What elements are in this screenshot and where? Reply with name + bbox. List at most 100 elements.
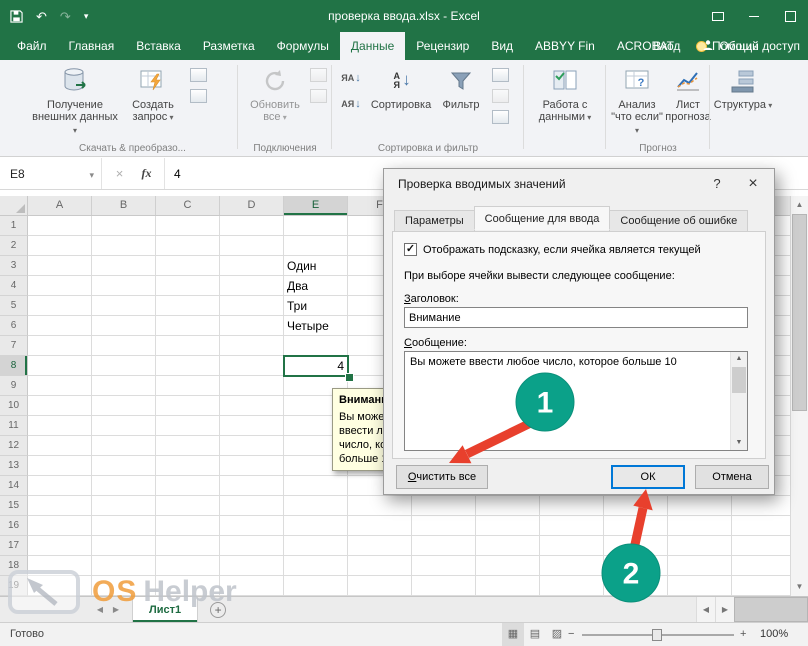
row-header[interactable]: 13 (0, 456, 28, 476)
ribbon-tab[interactable]: Вид (480, 32, 524, 60)
save-icon[interactable] (10, 10, 23, 23)
hscroll-left-icon[interactable] (696, 597, 715, 622)
sort-button[interactable]: АЯ Сортировка (370, 63, 432, 141)
data-tools-button[interactable]: Работа с данными (528, 63, 602, 141)
insert-function-icon[interactable]: fx (133, 166, 160, 181)
ribbon-tab[interactable]: Главная (58, 32, 126, 60)
customize-quick-access-icon[interactable] (84, 12, 89, 21)
reapply-filter-icon[interactable] (492, 89, 509, 103)
hscroll-right-icon[interactable] (715, 597, 734, 622)
page-layout-view-icon[interactable] (524, 623, 546, 646)
ribbon-tab[interactable]: Формулы (266, 32, 340, 60)
dialog-close-button[interactable]: × (734, 169, 772, 199)
dialog-tab[interactable]: Сообщение для ввода (474, 206, 611, 230)
row-header[interactable]: 8 (0, 356, 28, 376)
from-table-icon[interactable] (190, 68, 207, 82)
excel-window: проверка ввода.xlsx - Excel Файл Главная… (0, 0, 808, 646)
vscroll-thumb[interactable] (792, 214, 807, 411)
sort-za-button[interactable]: ЯА (336, 67, 366, 89)
sort-icon: АЯ (391, 65, 411, 97)
hscroll-thumb[interactable] (734, 597, 808, 622)
show-tooltip-checkbox-row: ✓ Отображать подсказку, если ячейка явля… (404, 243, 701, 256)
sort-az-button[interactable]: АЯ (336, 93, 366, 115)
column-header[interactable]: B (92, 196, 156, 215)
name-box[interactable]: E8 (0, 158, 102, 189)
minimize-icon[interactable] (736, 0, 772, 32)
message-field[interactable]: Вы можете ввести любое число, которое бо… (404, 351, 748, 451)
name-box-dropdown-icon[interactable] (89, 167, 101, 181)
row-header[interactable]: 17 (0, 536, 28, 556)
get-external-data-button[interactable]: Получение внешних данных (32, 63, 118, 141)
vertical-scrollbar[interactable] (790, 196, 808, 596)
recent-sources-icon[interactable] (190, 89, 207, 103)
column-header[interactable]: D (220, 196, 284, 215)
row-header[interactable]: 4 (0, 276, 28, 296)
row-header[interactable]: 12 (0, 436, 28, 456)
row-header[interactable]: 15 (0, 496, 28, 516)
share-button[interactable]: Общий доступ (702, 39, 800, 54)
zoom-level[interactable]: 100% (760, 623, 788, 646)
normal-view-icon[interactable] (502, 623, 524, 646)
column-header[interactable]: A (28, 196, 92, 215)
row-header[interactable]: 10 (0, 396, 28, 416)
row-header[interactable]: 3 (0, 256, 28, 276)
row-header[interactable]: 14 (0, 476, 28, 496)
zoom-thumb[interactable] (652, 629, 662, 641)
forecast-sheet-button[interactable]: Лист прогноза (668, 63, 708, 141)
row-header[interactable]: 6 (0, 316, 28, 336)
ribbon-tab[interactable]: ABBYY Fin (524, 32, 606, 60)
column-header[interactable]: C (156, 196, 220, 215)
page-break-view-icon[interactable] (546, 623, 568, 646)
vscroll-down-icon[interactable] (791, 578, 808, 596)
scroll-up-icon[interactable] (731, 352, 747, 366)
row-header[interactable]: 5 (0, 296, 28, 316)
connection-properties-icon[interactable] (310, 68, 327, 82)
refresh-all-button[interactable]: Обновить все (242, 63, 308, 141)
horizontal-scrollbar[interactable] (696, 597, 808, 622)
ribbon-display-options-icon[interactable] (700, 0, 736, 32)
what-if-analysis-button[interactable]: ? Анализ "что если" (608, 63, 666, 141)
row-header[interactable]: 2 (0, 236, 28, 256)
row-header[interactable]: 7 (0, 336, 28, 356)
ribbon-tab[interactable]: Разметка (192, 32, 266, 60)
show-tooltip-checkbox[interactable]: ✓ (404, 243, 417, 256)
new-query-button[interactable]: Создать запрос (122, 63, 184, 141)
show-tooltip-checkbox-label: Отображать подсказку, если ячейка являет… (423, 244, 701, 256)
advanced-filter-icon[interactable] (492, 110, 509, 124)
sign-in-link[interactable]: Вход (653, 39, 680, 53)
cancel-button[interactable]: Отмена (695, 465, 769, 489)
scroll-down-icon[interactable] (731, 436, 747, 450)
clear-all-button[interactable]: Очистить все (396, 465, 488, 489)
row-header[interactable]: 1 (0, 216, 28, 236)
ribbon-tab[interactable]: Данные (340, 32, 405, 60)
dialog-tab[interactable]: Сообщение об ошибке (609, 210, 748, 232)
dialog-help-button[interactable]: ? (702, 169, 732, 199)
message-scroll-thumb[interactable] (732, 367, 746, 393)
zoom-in-button[interactable]: + (740, 623, 746, 646)
row-header[interactable]: 9 (0, 376, 28, 396)
title-field[interactable] (404, 307, 748, 328)
ribbon-tab[interactable]: Файл (6, 32, 58, 60)
message-scrollbar[interactable] (730, 352, 747, 450)
row-header[interactable]: 11 (0, 416, 28, 436)
ribbon-tab[interactable]: Рецензир (405, 32, 480, 60)
maximize-icon[interactable] (772, 0, 808, 32)
query-source-buttons (190, 68, 207, 103)
edit-links-icon[interactable] (310, 89, 327, 103)
cancel-entry-icon[interactable]: × (106, 166, 133, 181)
column-header[interactable]: E (284, 196, 348, 215)
redo-icon[interactable] (60, 10, 71, 23)
vscroll-up-icon[interactable] (791, 196, 808, 214)
ribbon-tab[interactable]: Вставка (125, 32, 192, 60)
clear-filter-icon[interactable] (492, 68, 509, 82)
outline-button[interactable]: Структура (712, 63, 774, 141)
undo-icon[interactable] (36, 10, 47, 23)
filter-button[interactable]: Фильтр (436, 63, 486, 141)
fill-handle[interactable] (345, 373, 354, 382)
ok-button[interactable]: ОК (611, 465, 685, 489)
zoom-out-button[interactable]: − (568, 623, 574, 646)
zoom-slider[interactable] (582, 623, 734, 646)
dialog-tab[interactable]: Параметры (394, 210, 475, 232)
select-all-corner[interactable] (0, 196, 28, 216)
row-header[interactable]: 16 (0, 516, 28, 536)
